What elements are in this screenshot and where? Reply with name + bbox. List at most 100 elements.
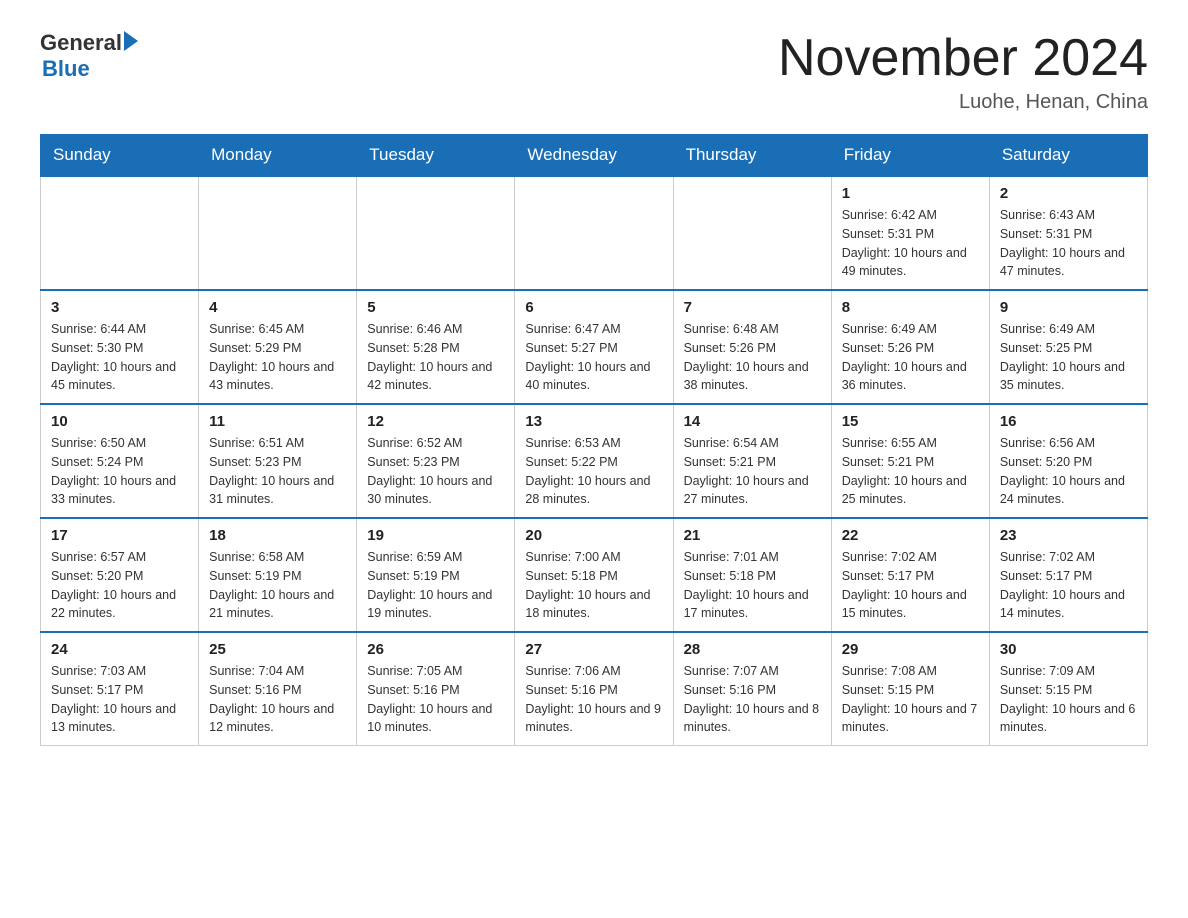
day-info: Sunrise: 6:48 AM Sunset: 5:26 PM Dayligh… — [684, 320, 821, 395]
day-info: Sunrise: 7:00 AM Sunset: 5:18 PM Dayligh… — [525, 548, 662, 623]
title-block: November 2024 Luohe, Henan, China — [778, 30, 1148, 114]
day-number: 15 — [842, 413, 979, 430]
day-info: Sunrise: 7:07 AM Sunset: 5:16 PM Dayligh… — [684, 662, 821, 737]
calendar-day-cell: 25 Sunrise: 7:04 AM Sunset: 5:16 PM Dayli… — [199, 632, 357, 746]
calendar-day-cell: 19Sunrise: 6:59 AM Sunset: 5:19 PM Dayli… — [357, 518, 515, 632]
day-number: 14 — [684, 413, 821, 430]
calendar-day-cell: 2 Sunrise: 6:43 AM Sunset: 5:31 PM Daylig… — [989, 176, 1147, 290]
day-info: Sunrise: 6:42 AM Sunset: 5:31 PM Dayligh… — [842, 206, 979, 281]
calendar-day-cell: 30 Sunrise: 7:09 AM Sunset: 5:15 PM Dayli… — [989, 632, 1147, 746]
day-number: 8 — [842, 299, 979, 316]
day-of-week-header: Wednesday — [515, 135, 673, 177]
calendar-week-row: 10Sunrise: 6:50 AM Sunset: 5:24 PM Dayli… — [41, 404, 1148, 518]
day-info: Sunrise: 6:52 AM Sunset: 5:23 PM Dayligh… — [367, 434, 504, 509]
calendar-day-cell: 11 Sunrise: 6:51 AM Sunset: 5:23 PM Dayli… — [199, 404, 357, 518]
calendar-day-cell: 22 Sunrise: 7:02 AM Sunset: 5:17 PM Dayli… — [831, 518, 989, 632]
day-info: Sunrise: 7:02 AM Sunset: 5:17 PM Dayligh… — [1000, 548, 1137, 623]
day-number: 5 — [367, 299, 504, 316]
day-number: 28 — [684, 641, 821, 658]
calendar-day-cell: 14 Sunrise: 6:54 AM Sunset: 5:21 PM Dayli… — [673, 404, 831, 518]
location-subtitle: Luohe, Henan, China — [778, 91, 1148, 114]
calendar-week-row: 24 Sunrise: 7:03 AM Sunset: 5:17 PM Dayli… — [41, 632, 1148, 746]
day-number: 19 — [367, 527, 504, 544]
day-info: Sunrise: 7:09 AM Sunset: 5:15 PM Dayligh… — [1000, 662, 1137, 737]
calendar-day-cell: 5 Sunrise: 6:46 AM Sunset: 5:28 PM Daylig… — [357, 290, 515, 404]
calendar-day-cell: 4 Sunrise: 6:45 AM Sunset: 5:29 PM Daylig… — [199, 290, 357, 404]
day-number: 2 — [1000, 185, 1137, 202]
day-info: Sunrise: 6:51 AM Sunset: 5:23 PM Dayligh… — [209, 434, 346, 509]
day-info: Sunrise: 7:03 AM Sunset: 5:17 PM Dayligh… — [51, 662, 188, 737]
calendar-day-cell — [41, 176, 199, 290]
day-number: 26 — [367, 641, 504, 658]
calendar-day-cell: 12 Sunrise: 6:52 AM Sunset: 5:23 PM Dayli… — [357, 404, 515, 518]
day-info: Sunrise: 6:46 AM Sunset: 5:28 PM Dayligh… — [367, 320, 504, 395]
calendar-day-cell: 13 Sunrise: 6:53 AM Sunset: 5:22 PM Dayli… — [515, 404, 673, 518]
day-info: Sunrise: 6:57 AM Sunset: 5:20 PM Dayligh… — [51, 548, 188, 623]
calendar-day-cell: 10Sunrise: 6:50 AM Sunset: 5:24 PM Dayli… — [41, 404, 199, 518]
logo-general: General — [40, 30, 122, 56]
day-number: 21 — [684, 527, 821, 544]
day-number: 4 — [209, 299, 346, 316]
calendar-week-row: 3 Sunrise: 6:44 AM Sunset: 5:30 PM Daylig… — [41, 290, 1148, 404]
calendar-day-cell: 20 Sunrise: 7:00 AM Sunset: 5:18 PM Dayli… — [515, 518, 673, 632]
calendar-day-cell: 16 Sunrise: 6:56 AM Sunset: 5:20 PM Dayli… — [989, 404, 1147, 518]
month-title: November 2024 — [778, 30, 1148, 87]
calendar-day-cell: 3 Sunrise: 6:44 AM Sunset: 5:30 PM Daylig… — [41, 290, 199, 404]
day-of-week-header: Tuesday — [357, 135, 515, 177]
day-number: 17 — [51, 527, 188, 544]
day-number: 1 — [842, 185, 979, 202]
day-number: 10 — [51, 413, 188, 430]
day-info: Sunrise: 6:45 AM Sunset: 5:29 PM Dayligh… — [209, 320, 346, 395]
calendar-day-cell: 27 Sunrise: 7:06 AM Sunset: 5:16 PM Dayli… — [515, 632, 673, 746]
day-info: Sunrise: 6:53 AM Sunset: 5:22 PM Dayligh… — [525, 434, 662, 509]
day-info: Sunrise: 7:04 AM Sunset: 5:16 PM Dayligh… — [209, 662, 346, 737]
day-info: Sunrise: 6:49 AM Sunset: 5:25 PM Dayligh… — [1000, 320, 1137, 395]
day-of-week-header: Saturday — [989, 135, 1147, 177]
day-number: 22 — [842, 527, 979, 544]
logo: General Blue — [40, 30, 138, 82]
calendar-day-cell: 18Sunrise: 6:58 AM Sunset: 5:19 PM Dayli… — [199, 518, 357, 632]
day-info: Sunrise: 6:56 AM Sunset: 5:20 PM Dayligh… — [1000, 434, 1137, 509]
day-info: Sunrise: 6:54 AM Sunset: 5:21 PM Dayligh… — [684, 434, 821, 509]
calendar-day-cell: 17 Sunrise: 6:57 AM Sunset: 5:20 PM Dayli… — [41, 518, 199, 632]
day-number: 27 — [525, 641, 662, 658]
day-number: 23 — [1000, 527, 1137, 544]
day-info: Sunrise: 6:43 AM Sunset: 5:31 PM Dayligh… — [1000, 206, 1137, 281]
day-info: Sunrise: 6:44 AM Sunset: 5:30 PM Dayligh… — [51, 320, 188, 395]
calendar-day-cell: 1 Sunrise: 6:42 AM Sunset: 5:31 PM Daylig… — [831, 176, 989, 290]
day-number: 18 — [209, 527, 346, 544]
day-number: 25 — [209, 641, 346, 658]
day-number: 30 — [1000, 641, 1137, 658]
calendar-day-cell: 9Sunrise: 6:49 AM Sunset: 5:25 PM Daylig… — [989, 290, 1147, 404]
calendar-day-cell — [199, 176, 357, 290]
calendar-day-cell: 29Sunrise: 7:08 AM Sunset: 5:15 PM Dayli… — [831, 632, 989, 746]
day-number: 3 — [51, 299, 188, 316]
calendar-day-cell — [515, 176, 673, 290]
day-number: 6 — [525, 299, 662, 316]
calendar-day-cell: 15 Sunrise: 6:55 AM Sunset: 5:21 PM Dayli… — [831, 404, 989, 518]
calendar-day-cell: 23 Sunrise: 7:02 AM Sunset: 5:17 PM Dayli… — [989, 518, 1147, 632]
day-number: 11 — [209, 413, 346, 430]
calendar-week-row: 17 Sunrise: 6:57 AM Sunset: 5:20 PM Dayli… — [41, 518, 1148, 632]
logo-blue: Blue — [42, 56, 138, 82]
day-info: Sunrise: 7:06 AM Sunset: 5:16 PM Dayligh… — [525, 662, 662, 737]
day-info: Sunrise: 6:55 AM Sunset: 5:21 PM Dayligh… — [842, 434, 979, 509]
calendar-day-cell: 24 Sunrise: 7:03 AM Sunset: 5:17 PM Dayli… — [41, 632, 199, 746]
calendar-day-cell: 26 Sunrise: 7:05 AM Sunset: 5:16 PM Dayli… — [357, 632, 515, 746]
day-of-week-header: Monday — [199, 135, 357, 177]
calendar-day-cell: 8 Sunrise: 6:49 AM Sunset: 5:26 PM Daylig… — [831, 290, 989, 404]
day-number: 20 — [525, 527, 662, 544]
day-number: 24 — [51, 641, 188, 658]
day-info: Sunrise: 7:02 AM Sunset: 5:17 PM Dayligh… — [842, 548, 979, 623]
calendar-day-cell — [357, 176, 515, 290]
day-number: 16 — [1000, 413, 1137, 430]
day-number: 29 — [842, 641, 979, 658]
day-of-week-header: Sunday — [41, 135, 199, 177]
day-number: 12 — [367, 413, 504, 430]
page-header: General Blue November 2024 Luohe, Henan,… — [40, 30, 1148, 114]
day-number: 13 — [525, 413, 662, 430]
day-info: Sunrise: 7:05 AM Sunset: 5:16 PM Dayligh… — [367, 662, 504, 737]
calendar-day-cell: 21Sunrise: 7:01 AM Sunset: 5:18 PM Dayli… — [673, 518, 831, 632]
day-info: Sunrise: 6:49 AM Sunset: 5:26 PM Dayligh… — [842, 320, 979, 395]
day-info: Sunrise: 6:47 AM Sunset: 5:27 PM Dayligh… — [525, 320, 662, 395]
